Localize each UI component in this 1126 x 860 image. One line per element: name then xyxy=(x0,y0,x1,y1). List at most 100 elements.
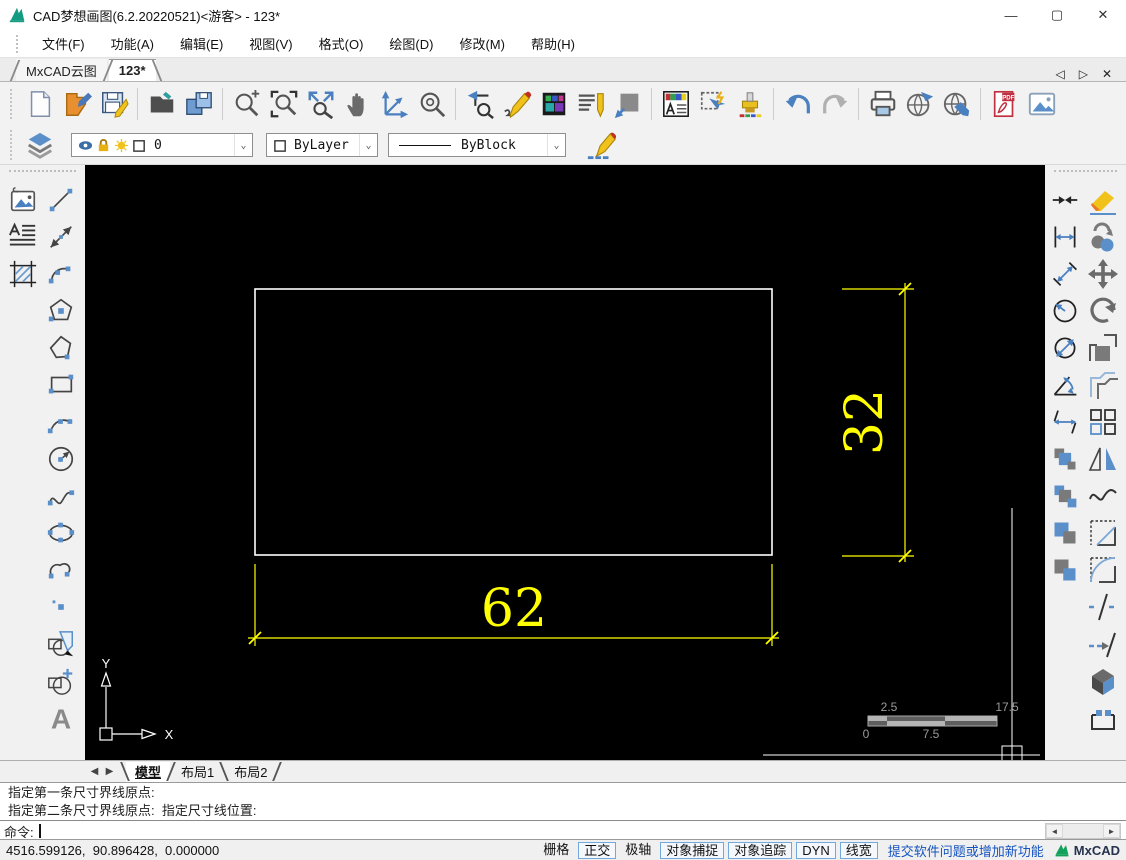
print-button[interactable] xyxy=(864,86,901,123)
regular-polygon-button[interactable] xyxy=(45,296,77,326)
feedback-link[interactable]: 提交软件问题或增加新功能 xyxy=(888,841,1044,860)
drawing-rectangle-entity[interactable] xyxy=(255,289,772,555)
scale-button[interactable] xyxy=(1087,333,1119,363)
single-text-button[interactable]: A xyxy=(45,703,77,733)
text-edit-button[interactable] xyxy=(572,86,609,123)
drawing-canvas[interactable]: 62 32 Y X 2.5 17.5 0 7. xyxy=(85,165,1045,760)
arc-3point-button[interactable] xyxy=(45,407,77,437)
export-pdf-button[interactable]: PDF xyxy=(986,86,1023,123)
command-input-row[interactable]: 命令: ◄ ► xyxy=(0,820,1126,841)
text-style-bar-button[interactable] xyxy=(657,86,694,123)
dim-continue-button[interactable] xyxy=(1049,407,1081,437)
ucs-axes-button[interactable] xyxy=(376,86,413,123)
color-combo[interactable]: ByLayer ⌄ xyxy=(266,133,378,157)
menu-file[interactable]: 文件(F) xyxy=(29,31,98,56)
doc-tab-drawing-123[interactable]: 123* xyxy=(109,59,156,81)
layers-icon[interactable] xyxy=(21,127,58,164)
copy-button[interactable] xyxy=(1087,222,1119,252)
dim-radius-button[interactable] xyxy=(1049,296,1081,326)
web-update-button[interactable] xyxy=(938,86,975,123)
polyline-button[interactable] xyxy=(45,333,77,363)
draw-color-pencil-icon[interactable] xyxy=(582,127,619,164)
draworder-above-button[interactable] xyxy=(1049,444,1081,474)
linetype-combo[interactable]: ByBlock ⌄ xyxy=(388,133,566,157)
menu-modify[interactable]: 修改(M) xyxy=(446,31,518,56)
line-button[interactable] xyxy=(45,185,77,215)
sheet-tab-layout1[interactable]: 布局1 xyxy=(172,762,223,782)
menu-format[interactable]: 格式(O) xyxy=(306,31,377,56)
insert-image-button[interactable] xyxy=(7,185,39,215)
dim-angular-button[interactable] xyxy=(1049,370,1081,400)
menu-help[interactable]: 帮助(H) xyxy=(518,31,588,56)
pan-button[interactable] xyxy=(339,86,376,123)
rotate-button[interactable] xyxy=(1087,296,1119,326)
save-all-button[interactable] xyxy=(180,86,217,123)
open-drawing-button[interactable] xyxy=(58,86,95,123)
toggle-lineweight[interactable]: 线宽 xyxy=(840,842,878,859)
view-previous-button[interactable] xyxy=(461,86,498,123)
scroll-right-icon[interactable]: ► xyxy=(1103,824,1120,838)
draworder-below-button[interactable] xyxy=(1049,481,1081,511)
tab-next-icon[interactable]: ▷ xyxy=(1079,67,1088,81)
offset-button[interactable] xyxy=(1087,370,1119,400)
toggle-otrack[interactable]: 对象追踪 xyxy=(728,842,792,859)
toggle-grid[interactable]: 栅格 xyxy=(538,842,574,859)
zoom-window-button[interactable] xyxy=(265,86,302,123)
dim-aligned-button[interactable] xyxy=(1049,259,1081,289)
circle-button[interactable] xyxy=(45,444,77,474)
doc-tab-mxcad-cloud[interactable]: MxCAD云图 xyxy=(16,59,107,81)
redo-button[interactable] xyxy=(816,86,853,123)
toggle-polar[interactable]: 极轴 xyxy=(620,842,656,859)
point-button[interactable] xyxy=(45,592,77,622)
lengthen-button[interactable] xyxy=(1087,629,1119,659)
tab-close-icon[interactable]: ✕ xyxy=(1102,67,1112,81)
menu-draw[interactable]: 绘图(D) xyxy=(376,31,446,56)
erase-button[interactable] xyxy=(1087,185,1119,215)
color-palette-button[interactable] xyxy=(535,86,572,123)
dim-diameter-button[interactable] xyxy=(1049,333,1081,363)
new-file-button[interactable] xyxy=(21,86,58,123)
toggle-ortho[interactable]: 正交 xyxy=(578,842,616,859)
save-button[interactable] xyxy=(95,86,132,123)
command-scrollbar[interactable]: ◄ ► xyxy=(1045,823,1121,839)
hatch-button[interactable] xyxy=(7,259,39,289)
edit-spline-button[interactable] xyxy=(1087,481,1119,511)
cloud-arc-button[interactable] xyxy=(45,555,77,585)
box-3d-button[interactable] xyxy=(1087,666,1119,696)
rectangle-button[interactable] xyxy=(45,370,77,400)
break-button[interactable] xyxy=(1087,592,1119,622)
chamfer-button[interactable] xyxy=(1087,518,1119,548)
draworder-front-button[interactable] xyxy=(1049,518,1081,548)
scroll-left-icon[interactable]: ◄ xyxy=(1046,824,1063,838)
sketch-button[interactable] xyxy=(498,86,535,123)
arc-button[interactable] xyxy=(45,259,77,289)
zoom-dynamic-button[interactable] xyxy=(228,86,265,123)
text-paragraph-button[interactable] xyxy=(7,222,39,252)
scroll-track[interactable] xyxy=(1063,824,1103,838)
draworder-back-button[interactable] xyxy=(1049,555,1081,585)
move-button[interactable] xyxy=(1087,259,1119,289)
array-button[interactable] xyxy=(1087,407,1119,437)
open-folder-button[interactable] xyxy=(143,86,180,123)
sheet-tab-layout2[interactable]: 布局2 xyxy=(225,762,276,782)
construction-line-button[interactable] xyxy=(45,222,77,252)
toggle-dyn[interactable]: DYN xyxy=(796,842,835,859)
toggle-osnap[interactable]: 对象捕捉 xyxy=(660,842,724,859)
dimension-vertical-value[interactable]: 32 xyxy=(835,389,895,455)
menu-edit[interactable]: 编辑(E) xyxy=(167,31,236,56)
dimension-horizontal-value[interactable]: 62 xyxy=(481,579,547,639)
sheet-tab-model[interactable]: 模型 xyxy=(126,762,170,782)
linetype-combo-chevron-down-icon[interactable]: ⌄ xyxy=(547,134,565,156)
layout-next-icon[interactable]: ▶ xyxy=(103,764,116,780)
fillet-button[interactable] xyxy=(1087,555,1119,585)
quick-select-button[interactable] xyxy=(694,86,731,123)
select-page-button[interactable] xyxy=(609,86,646,123)
zoom-center-button[interactable] xyxy=(413,86,450,123)
ellipse-button[interactable] xyxy=(45,518,77,548)
layer-combo-chevron-down-icon[interactable]: ⌄ xyxy=(234,134,252,156)
menu-view[interactable]: 视图(V) xyxy=(236,31,305,56)
mirror-button[interactable] xyxy=(1087,444,1119,474)
undo-button[interactable] xyxy=(779,86,816,123)
export-image-button[interactable] xyxy=(1023,86,1060,123)
block-define-button[interactable] xyxy=(45,666,77,696)
